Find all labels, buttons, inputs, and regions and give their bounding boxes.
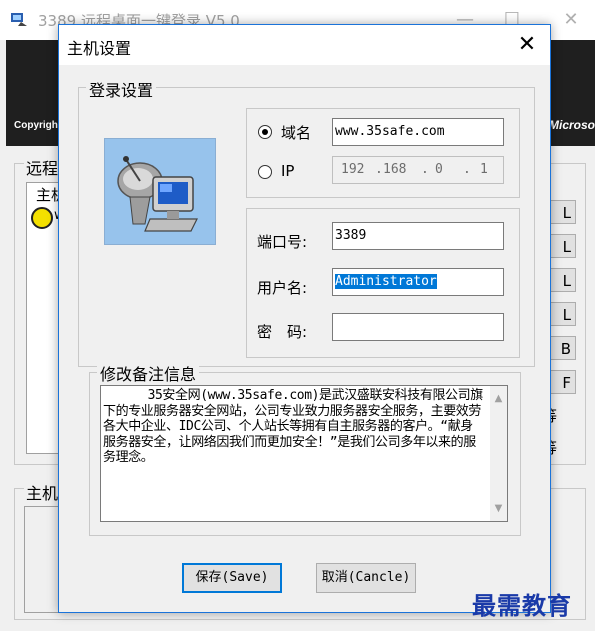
host-group-label: 主机 (24, 480, 61, 504)
banner-copyright-text: Copyrigh (14, 120, 58, 131)
ip-octet-3: 0 (435, 162, 443, 177)
password-label: 密 码: (257, 323, 308, 341)
close-button[interactable]: ✕ (553, 6, 589, 34)
domain-input[interactable]: www.35safe.com (332, 118, 504, 146)
username-input[interactable]: Administrator (332, 268, 504, 296)
domain-radio-label[interactable]: 域名 (281, 122, 311, 143)
ip-dot-1: . (375, 162, 383, 177)
ip-octet-4: 1 (480, 162, 488, 177)
ip-dot-2: . (421, 162, 429, 177)
memo-textarea[interactable]: 35安全网(www.35safe.com)是武汉盛联安科技有限公司旗下的专业服务… (100, 385, 508, 522)
dialog-title: 主机设置 (67, 39, 132, 58)
username-selected-text: Administrator (335, 274, 437, 289)
memo-group-label: 修改备注信息 (97, 361, 200, 385)
satellite-computer-icon (117, 156, 198, 232)
ip-octet-2: 168 (383, 162, 407, 177)
dialog-titlebar: 主机设置 ✕ (59, 25, 550, 65)
ip-dot-3: . (463, 162, 471, 177)
password-input[interactable] (332, 313, 504, 341)
remote-group-label: 远程 (24, 155, 61, 179)
ip-radio[interactable] (258, 165, 272, 179)
username-label: 用户名: (257, 279, 308, 297)
ip-address-input: 192 . 168 . 0 . 1 (332, 156, 504, 184)
dialog-close-button[interactable]: ✕ (510, 31, 544, 59)
host-status-icon (31, 207, 53, 229)
app-icon (11, 13, 27, 26)
ip-radio-label[interactable]: IP (281, 162, 294, 180)
memo-scrollbar[interactable]: ▲ ▼ (490, 386, 507, 521)
remote-desktop-picture (104, 138, 216, 245)
host-settings-dialog: 主机设置 ✕ 登录设置 域名 www.35safe.com IP 192 . 1… (58, 24, 551, 613)
port-input[interactable]: 3389 (332, 222, 504, 250)
scroll-up-icon[interactable]: ▲ (490, 390, 507, 407)
login-settings-label: 登录设置 (86, 77, 157, 101)
memo-text: 35安全网(www.35safe.com)是武汉盛联安科技有限公司旗下的专业服务… (103, 388, 483, 465)
port-label: 端口号: (257, 233, 308, 251)
domain-radio[interactable] (258, 125, 272, 139)
ip-octet-1: 192 (341, 162, 365, 177)
watermark-text: 最需教育 (472, 591, 572, 620)
save-button[interactable]: 保存(Save) (182, 563, 282, 593)
banner-brand-text: Microso (548, 118, 595, 132)
scroll-down-icon[interactable]: ▼ (490, 500, 507, 517)
cancel-button[interactable]: 取消(Cancle) (316, 563, 416, 593)
